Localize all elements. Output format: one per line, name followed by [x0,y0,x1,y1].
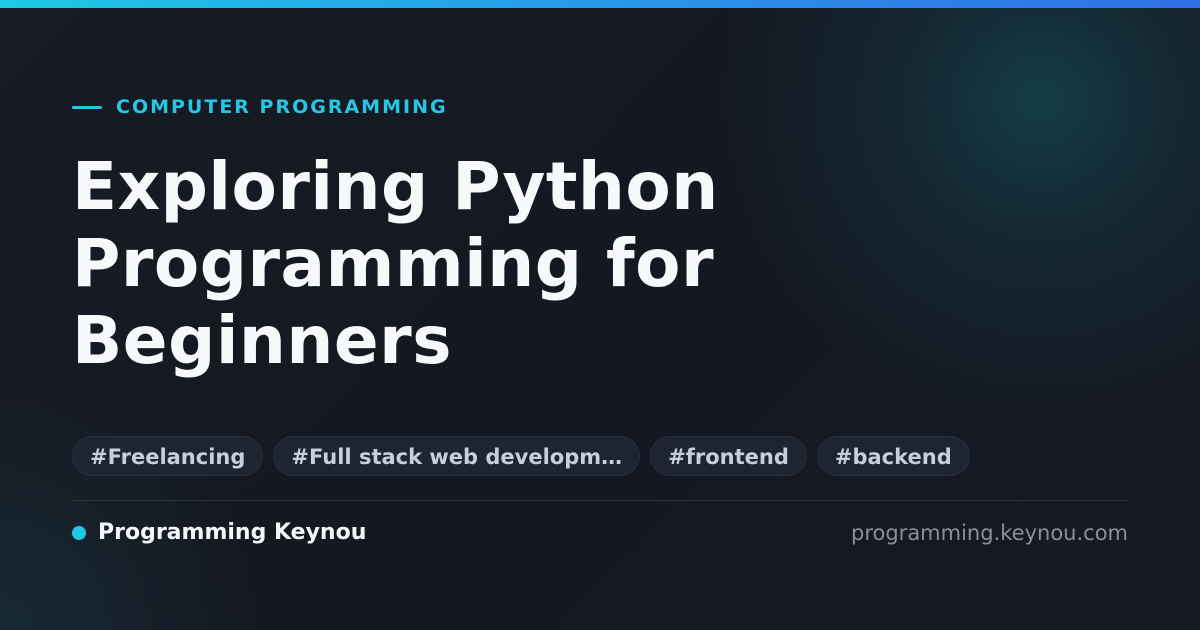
author-name: Programming Keynou [98,520,367,545]
author-block: Programming Keynou [72,518,366,548]
article-title: Exploring Python Programming for Beginne… [72,148,719,379]
tag-chip: #Full stack web developm… [273,436,641,476]
tag-chip: #Freelancing [72,436,264,476]
tag-list: #Freelancing #Full stack web developm… #… [72,436,970,476]
footer-divider [72,500,1128,501]
tag-chip: #frontend [650,436,807,476]
site-domain: programming.keynou.com [851,521,1128,545]
social-share-card: COMPUTER PROGRAMMING Exploring Python Pr… [0,0,1200,630]
tag-chip: #backend [816,436,970,476]
brand-dot-icon [72,526,86,540]
category-label: COMPUTER PROGRAMMING [116,96,448,118]
accent-top-bar [0,0,1200,8]
category-eyebrow: COMPUTER PROGRAMMING [72,94,448,120]
eyebrow-accent-line [72,105,102,109]
